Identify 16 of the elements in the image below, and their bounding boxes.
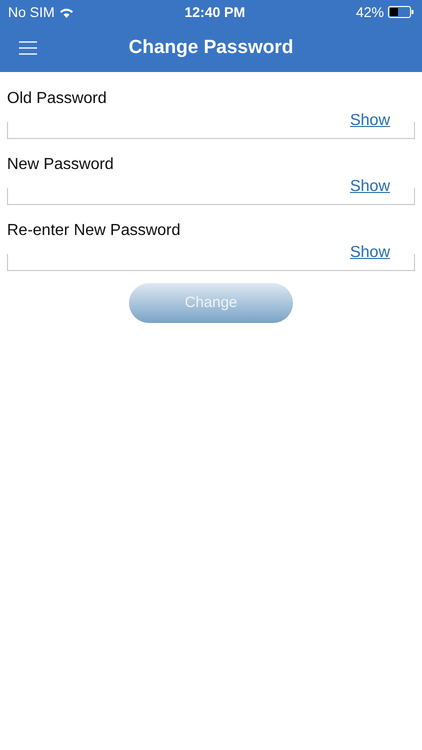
clock-text: 12:40 PM bbox=[184, 2, 246, 22]
password-field[interactable]: Show bbox=[7, 111, 415, 139]
password-field[interactable]: Show bbox=[7, 177, 415, 205]
battery-icon bbox=[388, 6, 414, 18]
battery-text: 42% bbox=[356, 2, 384, 22]
carrier-text: No SIM bbox=[8, 2, 55, 22]
field-label: New Password bbox=[7, 155, 115, 175]
field-label: Re-enter New Password bbox=[7, 221, 182, 241]
field-label: Old Password bbox=[7, 89, 108, 109]
password-field[interactable]: Show bbox=[7, 243, 415, 271]
page-title: Change Password bbox=[128, 36, 294, 60]
show-password-link[interactable]: Show bbox=[350, 243, 390, 263]
menu-icon bbox=[19, 41, 37, 55]
show-password-link[interactable]: Show bbox=[350, 111, 390, 131]
wifi-icon bbox=[58, 6, 74, 18]
show-password-link[interactable]: Show bbox=[350, 177, 390, 197]
